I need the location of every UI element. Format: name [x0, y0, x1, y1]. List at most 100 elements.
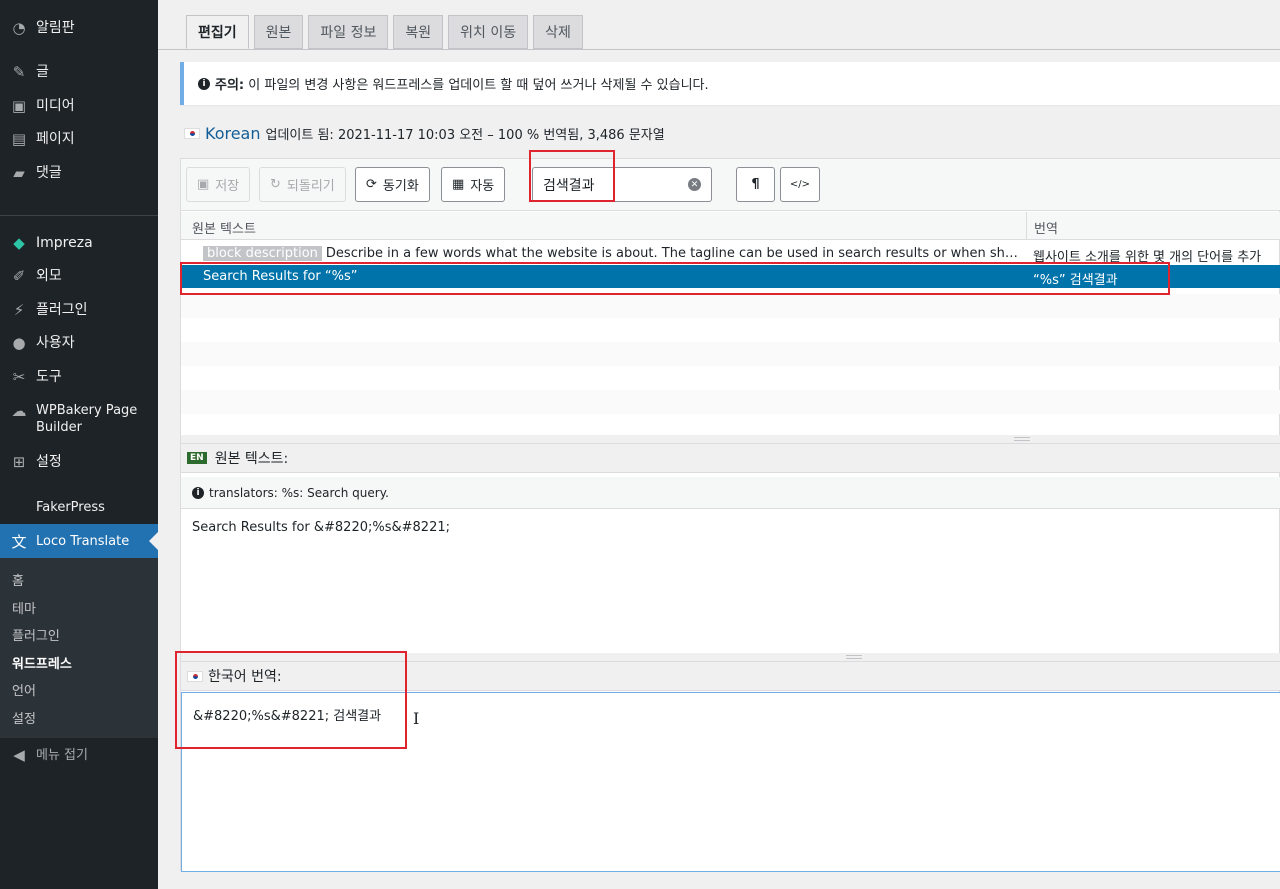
- col-source-header: 원본 텍스트: [192, 222, 256, 237]
- tab-file-info[interactable]: 파일 정보: [308, 15, 389, 49]
- source-pane-title: 원본 텍스트:: [214, 451, 289, 467]
- menu-settings[interactable]: ⊞ 설정: [0, 445, 158, 479]
- menu-label: 설정: [36, 453, 62, 470]
- current-arrow: [149, 532, 158, 550]
- menu-label: Builder: [36, 420, 82, 435]
- wrench-icon: ✂: [12, 368, 26, 386]
- main-content: 편집기 원본 파일 정보 복원 위치 이동 삭제 i 주의: 이 파일의 변경 …: [158, 0, 1280, 889]
- menu-plugins[interactable]: ⚡ 플러그인: [0, 293, 158, 327]
- toggle-invisibles-button[interactable]: ¶: [736, 167, 775, 202]
- user-icon: ●: [12, 334, 26, 352]
- menu-appearance[interactable]: ✐ 외모: [0, 259, 158, 293]
- save-icon: ▣: [197, 177, 210, 192]
- menu-label: 알림판: [36, 19, 75, 36]
- warning-notice: i 주의: 이 파일의 변경 사항은 워드프레스를 업데이트 할 때 덮어 쓰거…: [180, 62, 1280, 105]
- submenu-languages[interactable]: 언어: [12, 680, 36, 699]
- menu-label: Impreza: [36, 234, 93, 251]
- korea-flag-icon: [187, 670, 203, 682]
- brush-icon: ✐: [12, 267, 26, 285]
- splitter-grip[interactable]: [846, 655, 862, 659]
- diamond-icon: ◆: [13, 234, 25, 252]
- row-translation: “%s” 검색결과: [1033, 273, 1118, 288]
- row-translation: 웹사이트 소개를 위한 몇 개의 단어를 추가: [1033, 250, 1262, 265]
- text-cursor-icon: I: [413, 709, 420, 728]
- code-icon: </>: [789, 179, 811, 190]
- translation-textarea[interactable]: &#8220;%s&#8221; 검색결과 I: [181, 692, 1280, 872]
- tab-editor[interactable]: 편집기: [186, 15, 249, 49]
- nav-tabs: 편집기 원본 파일 정보 복원 위치 이동 삭제: [186, 15, 583, 49]
- search-input[interactable]: [543, 176, 683, 193]
- sync-button[interactable]: ⟳ 동기화: [355, 167, 430, 202]
- menu-dashboard[interactable]: ◔ 알림판: [0, 11, 158, 45]
- message-row-selected[interactable]: Search Results for “%s” “%s” 검색결과: [181, 265, 1280, 288]
- loco-submenu: 홈 테마 플러그인 워드프레스 언어 설정: [0, 558, 158, 738]
- submenu-settings[interactable]: 설정: [12, 708, 36, 727]
- menu-fakerpress[interactable]: FakerPress: [0, 490, 158, 524]
- menu-separator: [0, 215, 158, 216]
- language-name[interactable]: Korean: [205, 124, 261, 143]
- menu-label: 플러그인: [36, 301, 88, 318]
- revert-label: 되돌리기: [286, 179, 335, 194]
- plugin-icon: ⚡: [13, 301, 25, 319]
- info-icon: i: [192, 486, 204, 499]
- menu-label: 글: [36, 63, 49, 80]
- save-button[interactable]: ▣ 저장: [186, 167, 251, 202]
- source-text: Search Results for &#8220;%s&#8221;: [192, 520, 450, 535]
- splitter-grip[interactable]: [1014, 437, 1030, 441]
- dashboard-icon: ◔: [12, 19, 26, 37]
- menu-loco-translate[interactable]: 文 Loco Translate: [0, 524, 158, 558]
- page-icon: ▤: [11, 130, 27, 148]
- auto-label: 자동: [470, 179, 495, 194]
- toggle-code-button[interactable]: </>: [780, 167, 820, 202]
- pane-splitter[interactable]: [181, 653, 1280, 661]
- submenu-wordpress[interactable]: 워드프레스: [12, 653, 72, 672]
- tab-restore[interactable]: 복원: [393, 15, 444, 49]
- admin-sidebar: ◔ 알림판 ✎ 글 ▣ 미디어 ▤ 페이지 ▰ 댓글 ◆ Impreza ✐ 외…: [0, 0, 158, 889]
- comment-icon: ▰: [13, 164, 25, 182]
- search-field[interactable]: ✕: [532, 167, 712, 202]
- file-status: Korean 업데이트 됨: 2021-11-17 10:03 오전 – 100…: [184, 124, 665, 143]
- menu-label: FakerPress: [36, 499, 105, 515]
- cloud-icon: ☁: [11, 402, 27, 420]
- translation-pane-title: 한국어 번역:: [208, 669, 282, 685]
- menu-label: 도구: [36, 368, 62, 385]
- translator-comment: i translators: %s: Search query.: [181, 477, 1280, 509]
- menu-label: Loco Translate: [36, 533, 130, 549]
- col-translation-header: 번역: [1026, 212, 1058, 240]
- submenu-plugins[interactable]: 플러그인: [12, 625, 60, 644]
- clear-search-icon[interactable]: ✕: [688, 178, 701, 191]
- submenu-themes[interactable]: 테마: [12, 598, 36, 617]
- menu-posts[interactable]: ✎ 글: [0, 55, 158, 89]
- auto-translate-button[interactable]: ▦ 자동: [441, 167, 506, 202]
- korea-flag-icon: [184, 128, 200, 139]
- save-label: 저장: [215, 179, 240, 194]
- revert-button[interactable]: ↻ 되돌리기: [259, 167, 346, 202]
- collapse-menu-button[interactable]: ◀ 메뉴 접기: [0, 738, 158, 772]
- menu-label: 미디어: [36, 97, 75, 114]
- menu-wpbakery[interactable]: ☁ WPBakery Page Builder: [0, 402, 158, 440]
- collapse-icon: ◀: [13, 746, 25, 764]
- menu-label: WPBakery Page: [36, 403, 138, 418]
- tab-move[interactable]: 위치 이동: [448, 15, 529, 49]
- menu-media[interactable]: ▣ 미디어: [0, 89, 158, 123]
- menu-pages[interactable]: ▤ 페이지: [0, 122, 158, 156]
- menu-tools[interactable]: ✂ 도구: [0, 360, 158, 394]
- list-header: 원본 텍스트 번역: [181, 212, 1280, 240]
- sync-label: 동기화: [382, 179, 419, 194]
- notice-text: 이 파일의 변경 사항은 워드프레스를 업데이트 할 때 덮어 쓰거나 삭제될 …: [248, 78, 709, 93]
- menu-impreza[interactable]: ◆ Impreza: [0, 226, 158, 260]
- translate-icon: 文: [11, 532, 27, 551]
- translation-pane-header: 한국어 번역:: [181, 661, 1280, 691]
- tab-delete[interactable]: 삭제: [533, 15, 583, 49]
- pilcrow-icon: ¶: [751, 177, 760, 192]
- list-splitter[interactable]: [181, 435, 1280, 443]
- menu-users[interactable]: ● 사용자: [0, 326, 158, 360]
- menu-label: 사용자: [36, 334, 75, 351]
- notice-label: 주의:: [215, 78, 245, 93]
- submenu-home[interactable]: 홈: [12, 570, 24, 589]
- context-badge: block description: [203, 246, 322, 261]
- tab-source[interactable]: 원본: [253, 15, 304, 49]
- translation-text: &#8220;%s&#8221; 검색결과: [193, 709, 382, 724]
- message-row[interactable]: block description Describe in a few words…: [181, 242, 1280, 265]
- menu-comments[interactable]: ▰ 댓글: [0, 156, 158, 190]
